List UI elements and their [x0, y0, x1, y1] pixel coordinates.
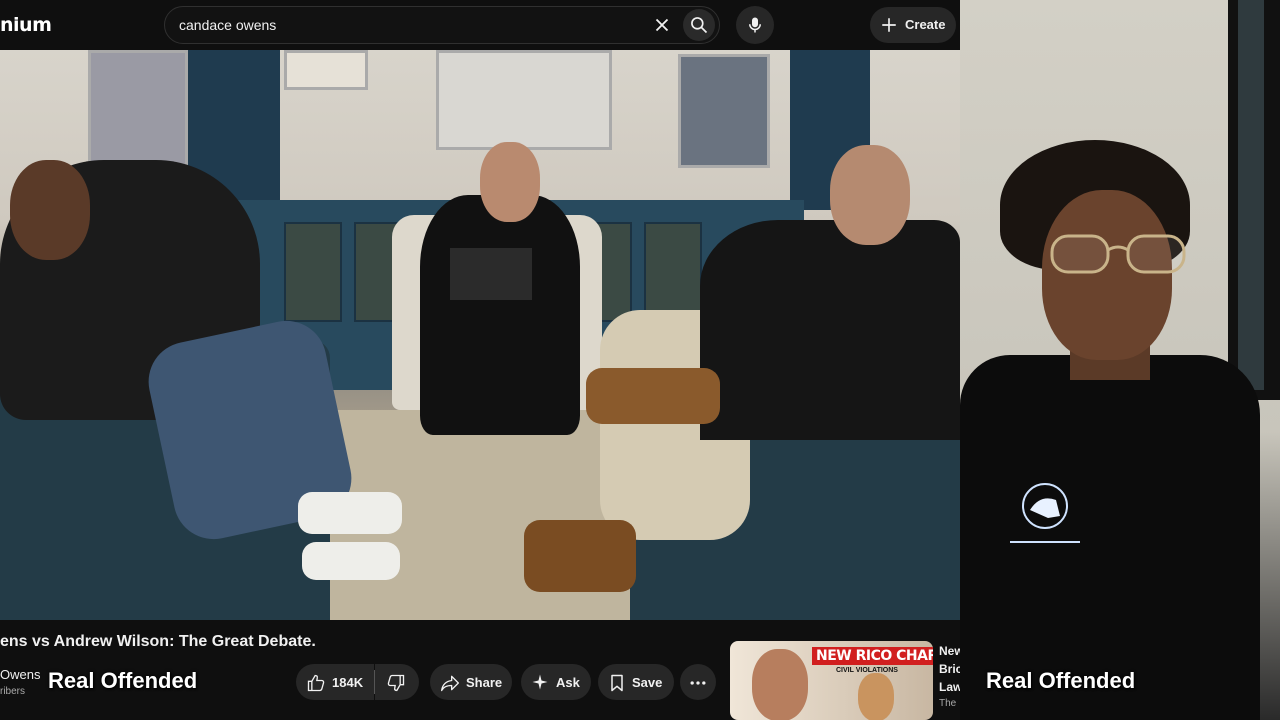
- door-panel: [1238, 0, 1264, 390]
- laptop: [450, 248, 532, 300]
- share-icon: [441, 675, 459, 692]
- search-box[interactable]: candace owens: [164, 6, 720, 44]
- streamer-name-overlay-left: Real Offended: [48, 668, 198, 693]
- thumbs-up-icon: [307, 674, 325, 692]
- thumbnail-headline: NEW RICO CHARGES!: [812, 647, 933, 665]
- video-title: ens vs Andrew Wilson: The Great Debate.: [0, 633, 316, 650]
- more-actions-button[interactable]: [680, 664, 716, 700]
- create-button[interactable]: Create: [870, 7, 956, 43]
- thumbnail-subtext: CIVIL VIOLATIONS: [836, 667, 898, 674]
- sparkle-icon: [532, 674, 548, 690]
- youtube-logo-text[interactable]: nium: [0, 14, 52, 36]
- bookmark-icon: [611, 674, 623, 692]
- sneaker: [302, 542, 400, 580]
- save-button-label: Save: [632, 675, 663, 690]
- wall-art: [436, 50, 612, 150]
- share-button-label: Share: [466, 675, 503, 690]
- person-left-head: [10, 160, 90, 260]
- thumbnail-face: [752, 649, 808, 720]
- thumbnail-face: [858, 673, 894, 720]
- suggested-video-meta: The: [939, 698, 957, 709]
- channel-name[interactable]: Owens: [0, 667, 40, 682]
- voice-search-button[interactable]: [736, 6, 774, 44]
- search-input[interactable]: candace owens: [179, 17, 276, 33]
- youtube-top-bar: nium candace owens Create: [0, 0, 960, 50]
- person-right: [700, 220, 960, 440]
- save-button[interactable]: Save: [598, 664, 674, 700]
- search-button[interactable]: [683, 9, 715, 41]
- shirt-goat-logo-icon: [1010, 483, 1080, 543]
- cabinet-door: [284, 222, 342, 322]
- wall-art: [678, 54, 770, 168]
- like-button[interactable]: 184K: [296, 664, 374, 700]
- suggested-video-thumbnail[interactable]: NEW RICO CHARGES! CIVIL VIOLATIONS: [730, 641, 933, 720]
- ask-button[interactable]: Ask: [521, 664, 591, 700]
- person-center: [420, 195, 580, 435]
- share-button[interactable]: Share: [430, 664, 512, 700]
- glasses-icon: [1050, 234, 1186, 274]
- suggested-title-line: Bric: [939, 662, 960, 676]
- more-horizontal-icon: [690, 681, 706, 685]
- boot: [586, 368, 720, 424]
- microphone-icon: [749, 17, 761, 33]
- create-button-label: Create: [905, 17, 946, 32]
- search-icon: [691, 17, 708, 34]
- thumbs-down-icon: [387, 674, 405, 692]
- like-count: 184K: [332, 675, 364, 690]
- suggested-video-title[interactable]: New Bric Law: [939, 642, 960, 696]
- cabinet-door: [644, 222, 702, 322]
- suggested-title-line: New: [939, 644, 960, 658]
- ask-button-label: Ask: [556, 675, 580, 690]
- sneaker: [298, 492, 402, 534]
- youtube-capture: nium candace owens Create ens vs Andrew …: [0, 0, 960, 720]
- subscriber-count: ribers: [0, 686, 26, 697]
- suggested-title-line: Law: [939, 680, 960, 694]
- person-right-head: [830, 145, 910, 245]
- wall-art: [284, 50, 368, 90]
- clear-search-icon[interactable]: [651, 14, 673, 36]
- webcam-feed: Real Offended: [960, 0, 1280, 720]
- dislike-button[interactable]: [375, 664, 419, 700]
- boot: [524, 520, 636, 592]
- plus-icon: [882, 18, 896, 32]
- streamer-name-overlay-right: Real Offended: [986, 668, 1136, 693]
- person-center-head: [480, 142, 540, 222]
- video-player[interactable]: [0, 50, 960, 620]
